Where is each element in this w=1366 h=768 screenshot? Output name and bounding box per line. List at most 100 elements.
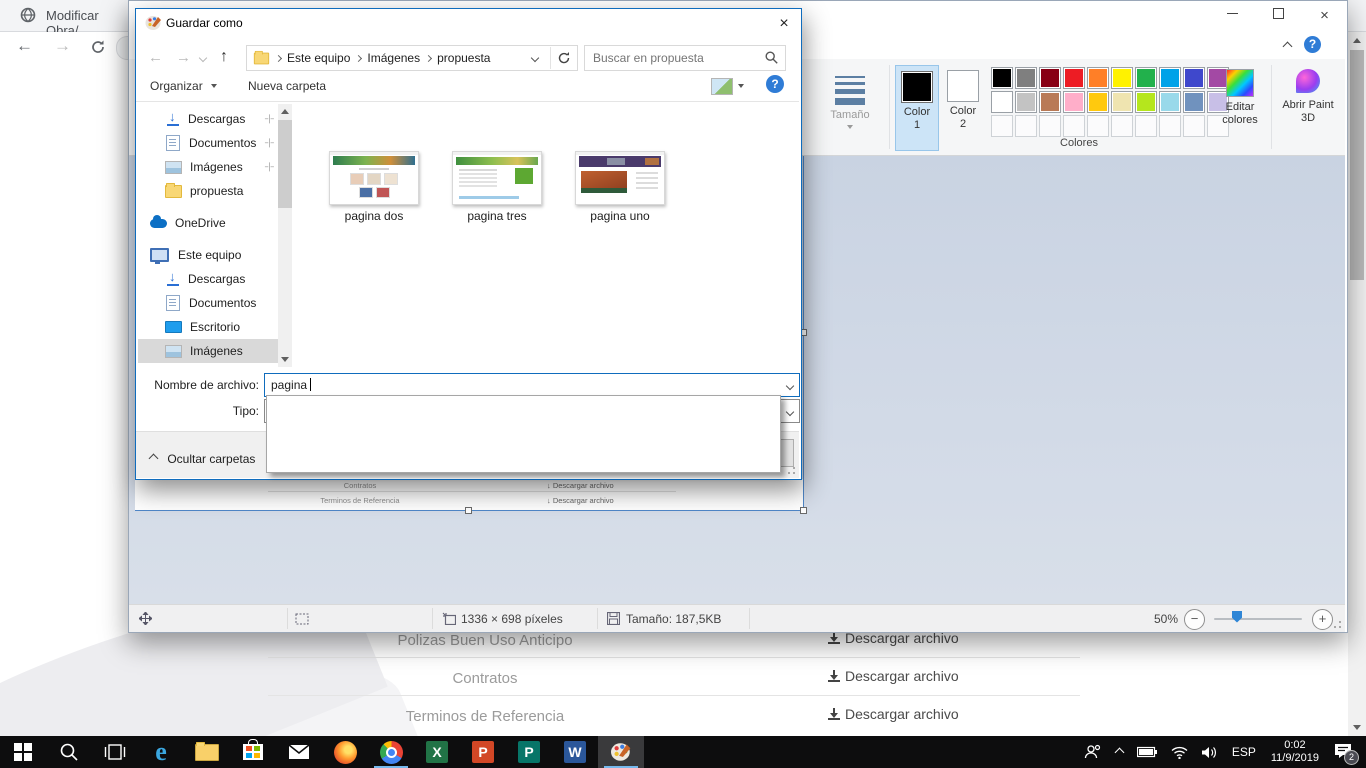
up-one-level-icon[interactable]: ↑ [220,48,228,66]
scroll-up-icon[interactable] [281,109,289,114]
download-link[interactable]: Descargar archivo [828,668,959,684]
refresh-icon[interactable] [557,51,571,65]
taskbar-search-button[interactable] [46,736,92,768]
color-swatch[interactable] [1039,91,1061,113]
color-swatch[interactable] [1111,91,1133,113]
dialog-close-button[interactable]: × [773,13,795,35]
breadcrumb-this-pc[interactable]: Este equipo [281,51,356,65]
edge-button[interactable]: e [138,736,184,768]
sidebar-item-descargas-quick[interactable]: ↓ Descargas ⛌ [138,107,278,131]
address-dropdown-icon[interactable] [531,54,539,62]
dialog-forward-icon[interactable]: → [176,49,191,66]
clock[interactable]: 0:02 11/9/2019 [1271,739,1319,765]
view-dropdown-icon[interactable] [738,84,744,88]
scrollbar-thumb[interactable] [1350,50,1364,280]
wifi-icon[interactable] [1171,746,1188,759]
action-center-button[interactable]: 2 [1334,743,1352,762]
hide-folders-button[interactable]: Ocultar carpetas [150,452,255,466]
file-item-pagina-dos[interactable]: pagina dos [319,151,429,223]
color-swatch[interactable] [1087,91,1109,113]
sidebar-item-propuesta[interactable]: propuesta [138,179,278,203]
filename-autocomplete-dropdown[interactable] [266,395,781,473]
color1-button[interactable]: Color 1 [895,65,939,151]
empty-color-slot[interactable] [1039,115,1061,137]
color-swatch[interactable] [1159,91,1181,113]
file-item-pagina-tres[interactable]: pagina tres [442,151,552,223]
zoom-out-button[interactable]: − [1184,609,1205,630]
color-swatch[interactable] [991,91,1013,113]
selection-handle[interactable] [800,507,807,514]
sidebar-item-documentos[interactable]: Documentos [138,291,278,315]
sidebar-item-imagenes[interactable]: Imágenes [138,339,278,363]
empty-color-slot[interactable] [1159,115,1181,137]
powerpoint-button[interactable]: P [460,736,506,768]
color-swatch[interactable] [1063,67,1085,89]
publisher-button[interactable]: P [506,736,552,768]
zoom-slider-track[interactable] [1214,618,1302,620]
color-swatch[interactable] [1015,67,1037,89]
empty-color-slot[interactable] [1087,115,1109,137]
collapse-ribbon-icon[interactable] [1283,42,1293,52]
color-swatch[interactable] [1111,67,1133,89]
file-explorer-button[interactable] [184,736,230,768]
selection-handle[interactable] [465,507,472,514]
color2-button[interactable]: Color 2 [942,65,984,149]
color-swatch[interactable] [1087,67,1109,89]
sidebar-item-escritorio[interactable]: Escritorio [138,315,278,339]
excel-button[interactable]: X [414,736,460,768]
zoom-slider-thumb[interactable] [1232,611,1242,623]
recent-locations-icon[interactable] [199,54,207,62]
file-item-pagina-uno[interactable]: pagina uno [565,151,675,223]
chrome-button[interactable] [368,736,414,768]
empty-color-slot[interactable] [1183,115,1205,137]
scroll-down-icon[interactable] [1353,725,1361,730]
language-indicator[interactable]: ESP [1232,745,1256,759]
color-swatch[interactable] [991,67,1013,89]
empty-color-slot[interactable] [1015,115,1037,137]
store-button[interactable] [230,736,276,768]
color-swatch[interactable] [1015,91,1037,113]
open-paint3d-button[interactable]: Abrir Paint 3D [1279,67,1337,147]
browser-forward-icon[interactable]: → [54,36,71,56]
mail-button[interactable] [276,736,322,768]
color-swatch[interactable] [1183,91,1205,113]
filename-dropdown-icon[interactable] [786,382,794,390]
search-box[interactable] [584,45,786,71]
organize-button[interactable]: Organizar [150,79,217,93]
empty-color-slot[interactable] [1111,115,1133,137]
dialog-help-icon[interactable]: ? [766,75,784,93]
scrollbar-thumb[interactable] [278,120,292,208]
color-swatch[interactable] [1183,67,1205,89]
paint-button[interactable] [598,736,644,768]
empty-color-slot[interactable] [991,115,1013,137]
firefox-button[interactable] [322,736,368,768]
breadcrumb-images[interactable]: Imágenes [361,51,426,65]
empty-color-slot[interactable] [1063,115,1085,137]
color-swatch[interactable] [1063,91,1085,113]
browser-reload-icon[interactable] [90,39,106,55]
people-icon[interactable] [1084,744,1102,760]
browser-scrollbar[interactable] [1348,32,1366,736]
color-swatch[interactable] [1159,67,1181,89]
edit-colors-button[interactable]: Editar colores [1214,67,1266,147]
cancel-button-edge[interactable] [780,439,794,467]
empty-color-slot[interactable] [1135,115,1157,137]
word-button[interactable]: W [552,736,598,768]
task-view-button[interactable] [92,736,138,768]
dialog-back-icon[interactable]: ← [148,49,163,66]
view-mode-button[interactable] [711,78,733,95]
scroll-up-icon[interactable] [1353,38,1361,43]
color-swatch[interactable] [1135,67,1157,89]
battery-icon[interactable] [1137,746,1157,758]
minimize-button[interactable] [1210,1,1255,31]
breadcrumb-propuesta[interactable]: propuesta [431,51,496,65]
color-swatch[interactable] [1039,67,1061,89]
browser-tab[interactable]: Modificar Obra/ [0,0,130,31]
maximize-button[interactable] [1256,1,1301,31]
new-folder-button[interactable]: Nueva carpeta [248,79,326,93]
sidebar-scrollbar[interactable] [278,104,292,367]
size-button[interactable]: Tamaño [819,67,881,147]
address-bar[interactable]: Este equipo Imágenes propuesta [246,45,578,71]
filename-input[interactable]: pagina [264,373,800,397]
sidebar-item-imagenes-quick[interactable]: Imágenes ⛌ [138,155,278,179]
